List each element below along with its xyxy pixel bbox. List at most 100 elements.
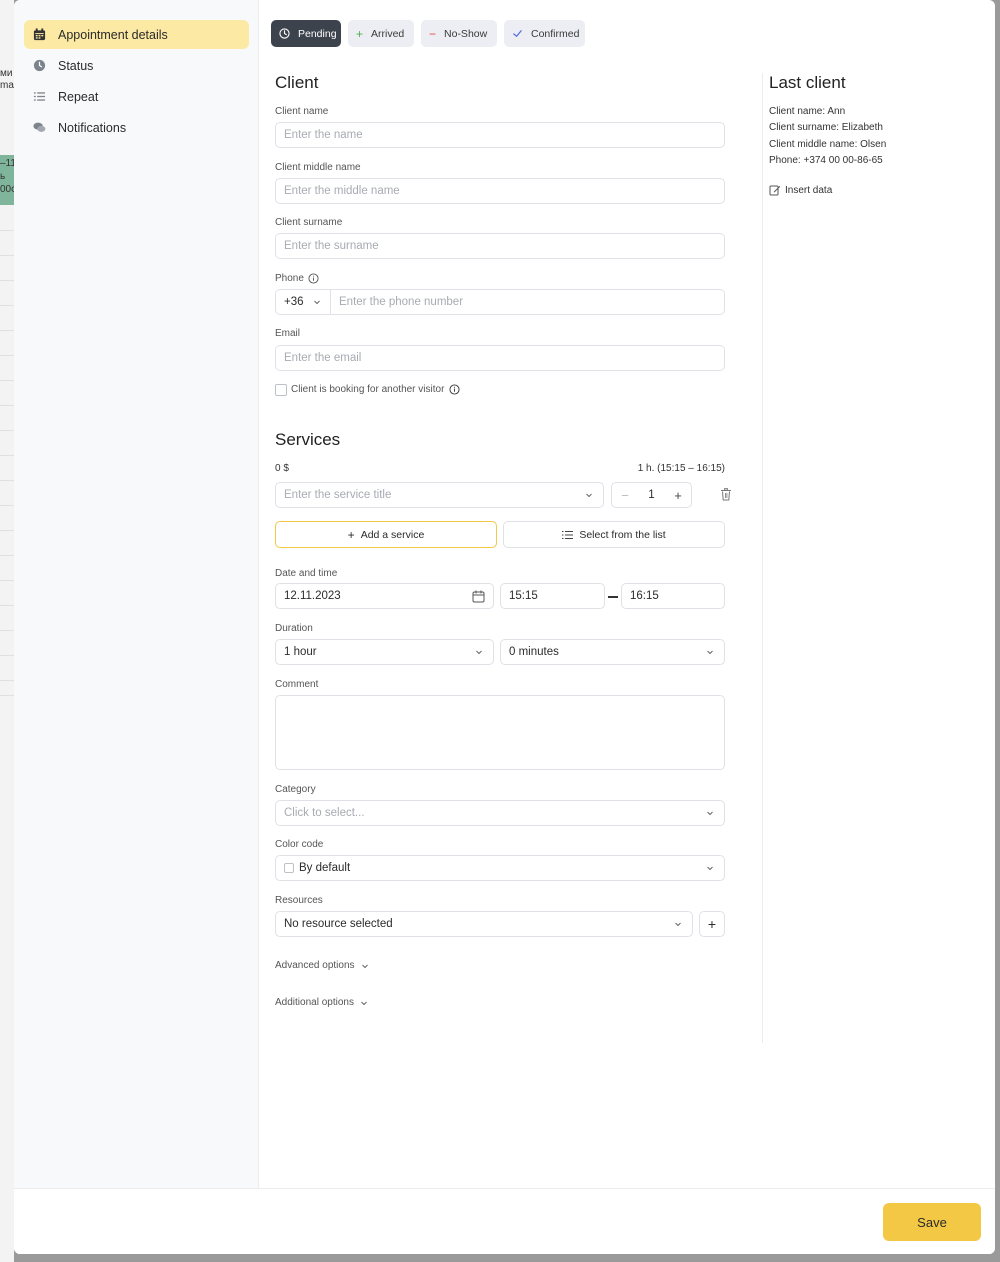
- service-title-placeholder: Enter the service title: [284, 489, 392, 501]
- clock-icon: [32, 59, 46, 73]
- last-client-name: Client name: Ann: [769, 106, 846, 117]
- client-heading: Client: [275, 73, 319, 92]
- sidebar-item-repeat[interactable]: Repeat: [24, 82, 249, 111]
- quantity-stepper[interactable]: − 1 +: [611, 482, 692, 508]
- date-time-label: Date and time: [275, 568, 338, 579]
- status-label: Arrived: [371, 27, 405, 40]
- client-middle-name-input[interactable]: [275, 178, 725, 204]
- chevron-down-icon: [361, 962, 369, 970]
- resources-value: No resource selected: [284, 918, 393, 930]
- service-title-select[interactable]: Enter the service title: [275, 482, 604, 508]
- email-label: Email: [275, 328, 301, 339]
- last-client-middle-name: Client middle name: Olsen: [769, 139, 887, 150]
- duration-hours-select[interactable]: 1 hour: [275, 639, 494, 665]
- client-middle-name-label: Client middle name: [275, 162, 361, 173]
- comment-textarea[interactable]: [275, 695, 725, 770]
- sidebar-item-label: Notifications: [58, 120, 127, 135]
- resources-select[interactable]: No resource selected: [275, 911, 693, 937]
- calendar-icon[interactable]: [472, 590, 485, 606]
- background-text: ми: [0, 68, 13, 79]
- advanced-options-toggle[interactable]: Advanced options: [275, 960, 369, 971]
- advanced-options-label: Advanced options: [275, 960, 355, 971]
- background-text: 00с: [0, 184, 14, 195]
- chevron-down-icon: [706, 864, 714, 872]
- insert-data-link[interactable]: Insert data: [769, 184, 832, 196]
- status-arrived-button[interactable]: + Arrived: [348, 20, 414, 47]
- plus-icon[interactable]: +: [665, 488, 691, 503]
- insert-data-label: Insert data: [785, 184, 833, 196]
- chevron-down-icon: [674, 920, 682, 928]
- info-icon[interactable]: [308, 273, 319, 284]
- main-content: Pending + Arrived − No-Show Confirmed Cl…: [259, 0, 995, 1188]
- last-client-heading: Last client: [769, 73, 846, 92]
- info-icon[interactable]: [449, 384, 460, 395]
- another-visitor-checkbox[interactable]: [275, 384, 287, 396]
- add-service-button[interactable]: + Add a service: [275, 521, 497, 548]
- sidebar-item-appointment-details[interactable]: Appointment details: [24, 20, 249, 49]
- list-icon: [32, 90, 46, 104]
- last-client-phone: Phone: +374 00 00-86-65: [769, 155, 883, 166]
- additional-options-toggle[interactable]: Additional options: [275, 997, 368, 1008]
- background-text: ь: [0, 171, 6, 182]
- select-from-list-button[interactable]: Select from the list: [503, 521, 725, 548]
- last-client-surname: Client surname: Elizabeth: [769, 122, 883, 133]
- plus-icon: +: [347, 527, 355, 542]
- add-service-label: Add a service: [360, 528, 425, 541]
- status-noshow-button[interactable]: − No-Show: [421, 20, 497, 47]
- check-icon: [512, 28, 523, 39]
- duration-hours-value: 1 hour: [284, 646, 317, 658]
- status-pending-button[interactable]: Pending: [271, 20, 341, 47]
- category-placeholder: Click to select...: [284, 807, 365, 819]
- background-text: ma: [0, 80, 14, 91]
- background-text: –11: [0, 158, 14, 169]
- minus-icon[interactable]: −: [612, 488, 638, 503]
- start-time-input[interactable]: 15:15: [500, 583, 605, 609]
- save-button[interactable]: Save: [883, 1203, 981, 1241]
- client-surname-input[interactable]: [275, 233, 725, 259]
- chevron-down-icon: [313, 298, 321, 306]
- email-input[interactable]: [275, 345, 725, 371]
- sidebar-item-label: Repeat: [58, 89, 99, 104]
- client-name-label: Client name: [275, 106, 329, 117]
- resources-label: Resources: [275, 895, 323, 906]
- phone-code: +36: [284, 296, 304, 308]
- save-label: Save: [917, 1214, 947, 1230]
- phone-country-select[interactable]: +36: [275, 289, 331, 315]
- edit-icon: [769, 184, 781, 196]
- status-label: No-Show: [444, 27, 488, 40]
- client-name-input[interactable]: [275, 122, 725, 148]
- sidebar-item-label: Status: [58, 58, 94, 73]
- sidebar-item-notifications[interactable]: Notifications: [24, 113, 249, 142]
- appointment-modal: Appointment details Status Repeat Notifi…: [14, 0, 995, 1254]
- another-visitor-label: Client is booking for another visitor: [291, 384, 445, 395]
- another-visitor-row: Client is booking for another visitor: [291, 384, 460, 395]
- phone-label-row: Phone: [275, 273, 319, 284]
- duration-minutes-value: 0 minutes: [509, 646, 559, 658]
- services-total: 0 $: [275, 463, 289, 474]
- end-time-value: 16:15: [630, 590, 659, 602]
- category-label: Category: [275, 784, 316, 795]
- phone-number-input[interactable]: [330, 289, 725, 315]
- plus-icon: +: [356, 26, 364, 41]
- add-resource-button[interactable]: +: [699, 911, 725, 937]
- duration-label: Duration: [275, 623, 313, 634]
- end-time-input[interactable]: 16:15: [621, 583, 725, 609]
- trash-icon[interactable]: [720, 488, 732, 501]
- chevron-down-icon: [706, 809, 714, 817]
- clock-icon: [279, 28, 290, 39]
- start-time-value: 15:15: [509, 590, 538, 602]
- category-select[interactable]: Click to select...: [275, 800, 725, 826]
- date-input[interactable]: 12.11.2023: [275, 583, 494, 609]
- time-range-dash: [608, 596, 618, 598]
- comment-label: Comment: [275, 679, 319, 690]
- chevron-down-icon: [360, 999, 368, 1007]
- sidebar-item-status[interactable]: Status: [24, 51, 249, 80]
- chat-icon: [32, 121, 46, 135]
- sidebar: Appointment details Status Repeat Notifi…: [14, 0, 259, 1188]
- duration-minutes-select[interactable]: 0 minutes: [500, 639, 725, 665]
- select-from-list-label: Select from the list: [579, 528, 666, 541]
- color-code-label: Color code: [275, 839, 324, 850]
- status-label: Pending: [298, 27, 337, 40]
- color-code-select[interactable]: By default: [275, 855, 725, 881]
- status-confirmed-button[interactable]: Confirmed: [504, 20, 585, 47]
